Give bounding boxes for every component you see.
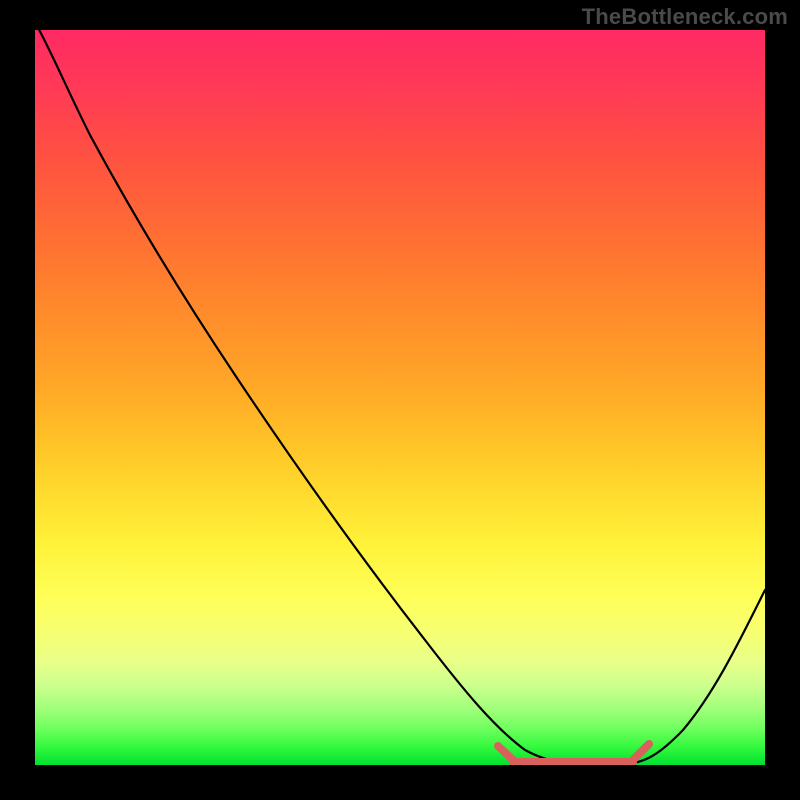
chart-frame: TheBottleneck.com — [0, 0, 800, 800]
watermark-text: TheBottleneck.com — [582, 4, 788, 30]
bottleneck-curve-path — [35, 30, 765, 764]
curve-overlay — [35, 30, 765, 765]
